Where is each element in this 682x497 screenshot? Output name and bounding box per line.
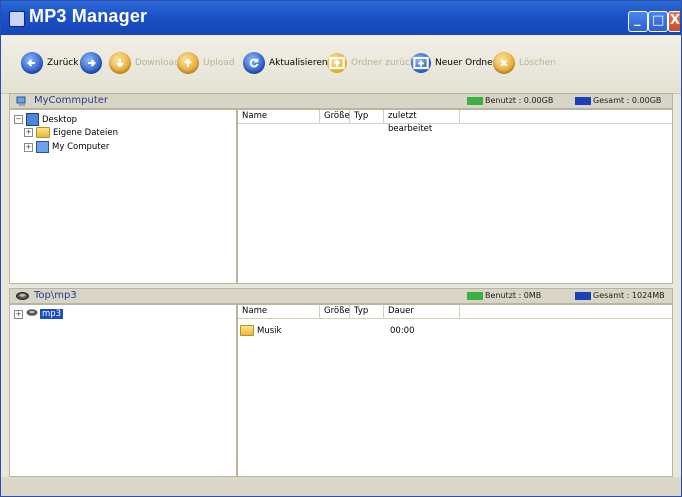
used-color-swatch xyxy=(467,96,483,105)
tree-node-eigene-dateien[interactable]: + Eigene Dateien xyxy=(24,127,118,138)
bottom-used-meter: Benutzt : 0MB xyxy=(467,291,541,300)
top-folder-tree[interactable]: − Desktop + Eigene Dateien + My Computer xyxy=(9,109,237,284)
close-button[interactable]: X xyxy=(668,11,680,32)
back-arrow-icon xyxy=(21,52,43,74)
row-duration: 00:00 xyxy=(390,326,415,336)
download-label: Download xyxy=(135,58,180,68)
column-type[interactable]: Typ xyxy=(350,110,384,123)
my-computer-label: My Computer xyxy=(52,142,110,152)
back-label: Zurück xyxy=(47,58,79,68)
expand-icon[interactable]: + xyxy=(14,309,23,319)
top-total-label: Gesamt : 0.00GB xyxy=(593,96,662,105)
bottom-used-label: Benutzt : 0MB xyxy=(485,291,542,300)
refresh-icon xyxy=(243,52,265,74)
desktop-icon xyxy=(26,113,39,126)
download-button[interactable]: Download xyxy=(109,52,180,74)
table-row[interactable]: Musik xyxy=(240,325,281,336)
upload-icon xyxy=(177,52,199,74)
title-bar[interactable]: MP3 Manager _ □ X xyxy=(1,1,681,35)
app-icon xyxy=(9,11,25,27)
used-color-swatch xyxy=(467,291,483,300)
upload-button[interactable]: Upload xyxy=(177,52,235,74)
column-duration[interactable]: Dauer xyxy=(384,305,460,318)
toolbar: Zurück Download Upload Aktualisieren Ord… xyxy=(1,35,681,94)
bottom-list-header: Name Größe Typ Dauer xyxy=(238,305,672,319)
refresh-button[interactable]: Aktualisieren xyxy=(243,52,328,74)
top-used-label: Benutzt : 0.00GB xyxy=(485,96,554,105)
folder-up-label: Ordner zurück xyxy=(351,58,416,68)
row-name: Musik xyxy=(257,325,282,336)
total-color-swatch xyxy=(575,96,591,105)
top-total-meter: Gesamt : 0.00GB xyxy=(575,96,661,105)
folder-up-button[interactable]: Ordner zurück xyxy=(327,52,415,74)
tree-node-mp3[interactable]: + mp3 xyxy=(14,308,64,320)
app-window: MP3 Manager _ □ X Zurück Download Upload… xyxy=(0,0,682,497)
bottom-folder-tree[interactable]: + mp3 xyxy=(9,304,237,477)
expand-icon[interactable]: + xyxy=(24,128,33,137)
computer-icon xyxy=(36,141,49,153)
folder-icon xyxy=(36,127,50,138)
expand-icon[interactable]: + xyxy=(24,142,33,152)
folder-up-icon xyxy=(327,53,347,73)
column-size[interactable]: Größe xyxy=(320,305,350,318)
desktop-label: Desktop xyxy=(42,114,78,125)
mp3-label: mp3 xyxy=(40,309,64,319)
top-list-header: Name Größe Typ zuletzt bearbeitet xyxy=(238,110,672,134)
computer-icon xyxy=(16,96,28,110)
top-file-list[interactable]: Name Größe Typ zuletzt bearbeitet xyxy=(237,109,673,284)
tree-node-desktop[interactable]: − Desktop xyxy=(14,113,77,126)
back-button[interactable]: Zurück xyxy=(21,52,78,74)
top-panel-header: MyCommputer Benutzt : 0.00GB Gesamt : 0.… xyxy=(9,93,673,109)
new-folder-icon xyxy=(411,53,431,73)
minimize-button[interactable]: _ xyxy=(628,11,648,32)
new-folder-label: Neuer Ordner xyxy=(435,58,497,68)
bottom-panel-title: Top\mp3 xyxy=(34,290,77,301)
collapse-icon[interactable]: − xyxy=(14,115,23,124)
upload-label: Upload xyxy=(203,58,235,68)
maximize-icon: □ xyxy=(652,13,665,28)
maximize-button[interactable]: □ xyxy=(648,11,668,32)
drive-icon xyxy=(16,291,29,304)
delete-icon xyxy=(493,52,515,74)
drive-icon xyxy=(26,308,38,320)
status-bar xyxy=(1,477,681,496)
eigene-dateien-label: Eigene Dateien xyxy=(53,127,118,138)
delete-button[interactable]: Löschen xyxy=(493,52,556,74)
forward-button[interactable] xyxy=(80,52,106,74)
column-name[interactable]: Name xyxy=(238,305,320,318)
top-panel-title: MyCommputer xyxy=(34,95,108,106)
column-type[interactable]: Typ xyxy=(350,305,384,318)
column-size[interactable]: Größe xyxy=(320,110,350,123)
refresh-label: Aktualisieren xyxy=(269,58,328,68)
row-duration-cell: 00:00 xyxy=(390,326,415,336)
minimize-icon: _ xyxy=(634,12,641,27)
forward-arrow-icon xyxy=(80,52,102,74)
window-title: MP3 Manager xyxy=(29,6,148,26)
bottom-panel-header: Top\mp3 Benutzt : 0MB Gesamt : 1024MB xyxy=(9,288,673,304)
column-modified[interactable]: zuletzt bearbeitet xyxy=(384,110,460,134)
download-icon xyxy=(109,52,131,74)
folder-icon xyxy=(240,325,254,336)
column-name[interactable]: Name xyxy=(238,110,320,123)
bottom-total-meter: Gesamt : 1024MB xyxy=(575,291,665,300)
close-icon: X xyxy=(670,13,681,28)
tree-node-my-computer[interactable]: + My Computer xyxy=(24,141,109,153)
bottom-total-label: Gesamt : 1024MB xyxy=(593,291,665,300)
top-used-meter: Benutzt : 0.00GB xyxy=(467,96,553,105)
total-color-swatch xyxy=(575,291,591,300)
bottom-file-list[interactable]: Name Größe Typ Dauer Musik 00:00 xyxy=(237,304,673,477)
delete-label: Löschen xyxy=(519,58,556,68)
new-folder-button[interactable]: Neuer Ordner xyxy=(411,52,496,74)
